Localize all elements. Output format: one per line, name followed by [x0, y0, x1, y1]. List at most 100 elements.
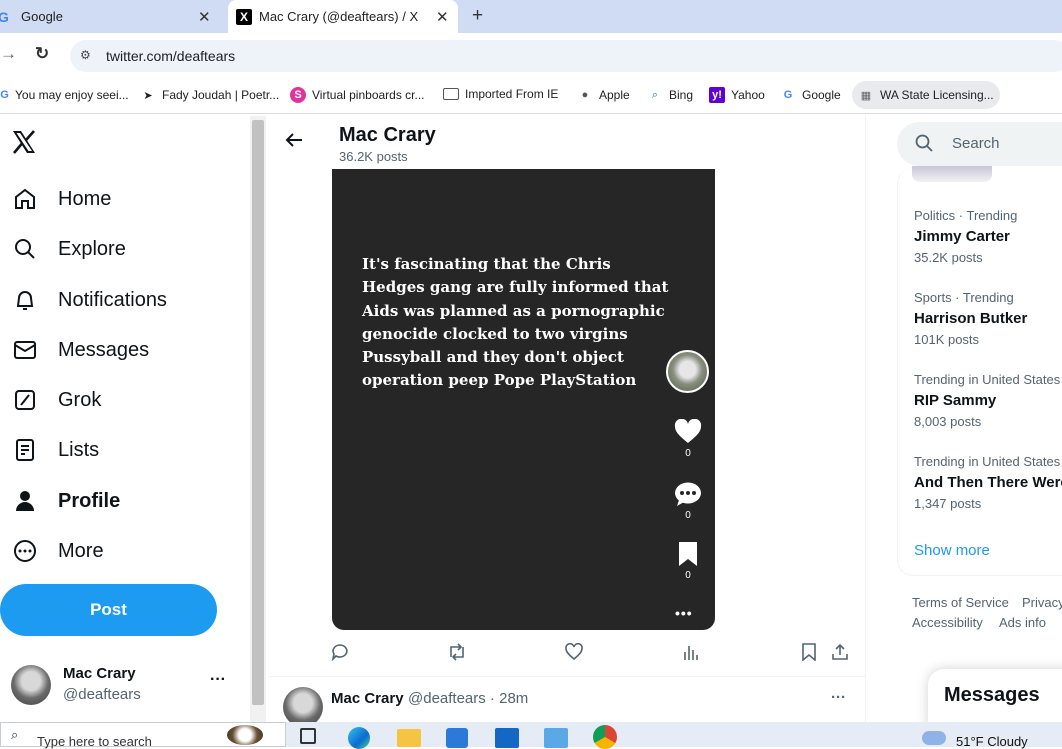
nav-messages[interactable]: Messages	[12, 337, 149, 363]
video-like[interactable]: 0	[668, 418, 708, 459]
trend-category: Trending in United States	[914, 372, 1061, 387]
search-icon	[12, 236, 38, 262]
bookmark-icon	[679, 542, 697, 566]
search-input[interactable]: Search	[897, 122, 1062, 166]
footer-link[interactable]: Accessibility	[912, 615, 983, 630]
bookmark-item[interactable]: S Virtual pinboards cr...	[290, 87, 425, 103]
chrome-icon[interactable]	[593, 725, 617, 749]
close-icon[interactable]: ✕	[198, 8, 211, 26]
tweet-menu-icon[interactable]: ···	[831, 689, 846, 706]
x-logo-icon[interactable]	[10, 128, 40, 158]
tab-google[interactable]: G Google ✕	[0, 0, 220, 33]
profile-name: Mac Crary	[339, 124, 436, 146]
weather-icon	[922, 731, 946, 745]
mail-icon[interactable]	[495, 728, 519, 748]
taskbar: ⌕ Type here to search 51°F Cloudy	[0, 722, 1062, 749]
like-count: 0	[685, 448, 691, 459]
grok-icon	[12, 387, 38, 413]
messages-drawer[interactable]: Messages	[928, 669, 1062, 722]
video-player[interactable]: It's fascinating that the Chris Hedges g…	[332, 169, 715, 630]
store-icon[interactable]	[446, 728, 468, 748]
views-icon[interactable]	[682, 643, 700, 666]
new-tab-button[interactable]: +	[472, 5, 483, 27]
site-settings-icon[interactable]: ⚙	[80, 48, 91, 62]
profile-header: Mac Crary 36.2K posts	[268, 116, 865, 169]
nav-more[interactable]: More	[12, 538, 104, 564]
trend-item[interactable]: Sports · Trending Harrison Butker 101K p…	[914, 290, 1062, 347]
right-column: Search Politics · Trending Jimmy Carter …	[866, 116, 1062, 722]
taskbar-search[interactable]: ⌕ Type here to search	[0, 722, 286, 749]
trend-name: Jimmy Carter	[914, 228, 1010, 245]
avatar	[283, 687, 323, 722]
bookmark-icon: G	[0, 89, 9, 101]
like-icon[interactable]	[565, 642, 583, 666]
trend-category: Politics · Trending	[914, 208, 1018, 223]
video-more-icon[interactable]: •••	[675, 605, 693, 621]
trend-item[interactable]: Politics · Trending Jimmy Carter 35.2K p…	[914, 208, 1062, 265]
nav-label: Explore	[58, 237, 126, 260]
nav-label: Lists	[58, 438, 100, 461]
bookmark-label: Apple	[599, 88, 630, 102]
reply-icon[interactable]	[331, 643, 349, 666]
footer-link[interactable]: Privacy	[1022, 595, 1062, 610]
google-icon: G	[0, 8, 9, 25]
account-handle: @deaftears	[63, 686, 141, 703]
trend-count: 1,347 posts	[914, 496, 982, 511]
trend-name: RIP Sammy	[914, 392, 997, 409]
folder-icon	[443, 88, 459, 100]
tweet-author[interactable]: Mac Crary	[331, 690, 404, 707]
forward-icon[interactable]: →	[0, 44, 17, 64]
file-explorer-icon[interactable]	[397, 729, 421, 747]
bookmark-item[interactable]: ● Apple	[577, 87, 630, 103]
close-icon[interactable]: ✕	[436, 8, 449, 26]
post-button[interactable]: Post	[0, 584, 217, 636]
trend-category: Sports · Trending	[914, 290, 1014, 305]
nav-lists[interactable]: Lists	[12, 437, 99, 463]
video-bookmark[interactable]: 0	[668, 541, 708, 581]
scrollbar-thumb[interactable]	[252, 120, 264, 705]
url-field[interactable]: ⚙ twitter.com/deaftears	[70, 40, 1062, 72]
back-arrow-icon[interactable]	[284, 130, 304, 155]
left-nav: Home Explore Notifications Messages Grok…	[0, 116, 250, 722]
nav-label: Messages	[58, 338, 150, 361]
wa-license-icon: ▦	[860, 89, 872, 102]
reload-icon[interactable]: ↻	[35, 44, 49, 64]
bookmark-label: Yahoo	[731, 88, 765, 102]
share-icon[interactable]	[831, 643, 849, 666]
bookmark-item[interactable]: G Google	[780, 87, 841, 103]
account-switcher[interactable]: Mac Crary @deaftears ···	[0, 656, 245, 716]
comment-count: 0	[685, 510, 691, 521]
bookmark-icon[interactable]	[801, 643, 817, 666]
nav-profile[interactable]: Profile	[12, 488, 120, 514]
footer-link[interactable]: Terms of Service	[912, 595, 1009, 610]
photos-icon[interactable]	[544, 728, 568, 748]
show-more-link[interactable]: Show more	[914, 542, 990, 559]
footer-link[interactable]: Ads info	[999, 615, 1046, 630]
account-menu-icon[interactable]: ···	[210, 671, 226, 689]
bookmark-count: 0	[685, 570, 691, 581]
apple-icon: ●	[581, 89, 589, 101]
trend-item[interactable]: Trending in United States RIP Sammy 8,00…	[914, 372, 1062, 429]
bookmark-item[interactable]: Imported From IE	[443, 87, 558, 101]
bookmark-item[interactable]: G You may enjoy seei...	[0, 87, 128, 103]
bookmark-item[interactable]: y! Yahoo	[709, 87, 765, 103]
home-icon	[12, 186, 38, 212]
video-comment[interactable]: 0	[668, 481, 708, 521]
nav-grok[interactable]: Grok	[12, 387, 101, 413]
tweet[interactable]: Mac Crary @deaftears · 28m ···	[268, 676, 865, 722]
bookmark-item[interactable]: ▦ WA State Licensing...	[852, 81, 1000, 109]
creator-avatar[interactable]	[666, 350, 709, 393]
google-icon: G	[783, 89, 793, 101]
task-view-icon[interactable]	[300, 728, 316, 744]
bookmark-item[interactable]: ➤ Fady Joudah | Poetr...	[140, 87, 279, 103]
tab-mac-crary[interactable]: X Mac Crary (@deaftears) / X ✕	[228, 0, 458, 33]
trend-item[interactable]: Trending in United States And Then There…	[914, 454, 1062, 511]
nav-explore[interactable]: Explore	[12, 236, 126, 262]
repost-icon[interactable]	[447, 643, 467, 666]
nav-notifications[interactable]: Notifications	[12, 287, 167, 313]
list-icon	[12, 437, 38, 463]
bookmark-item[interactable]: ⌕ Bing	[647, 87, 693, 103]
edge-icon[interactable]	[348, 727, 370, 749]
account-name: Mac Crary	[63, 665, 136, 682]
nav-home[interactable]: Home	[12, 186, 111, 212]
